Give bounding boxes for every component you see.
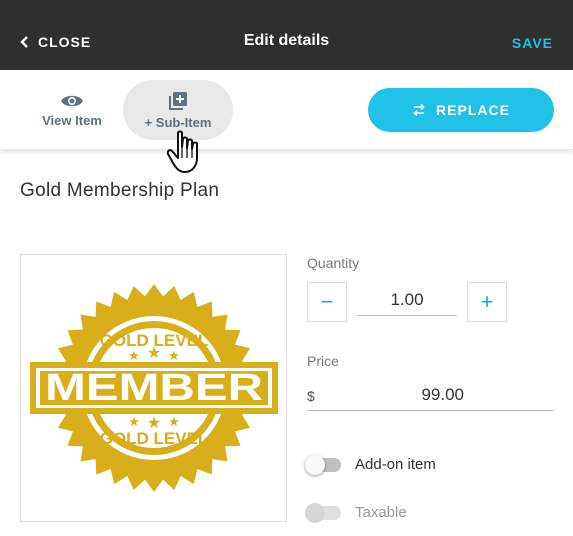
addon-item-label: Add-on item <box>355 456 436 473</box>
header-bar: CLOSE Edit details SAVE <box>0 0 573 70</box>
badge-stars-top: ★ ★ ★ <box>128 345 180 363</box>
item-image[interactable]: MEMBER GOLD LEVEL GOLD LEVEL ★ ★ ★ ★ ★ ★ <box>20 254 287 522</box>
replace-button[interactable]: REPLACE <box>368 88 554 132</box>
eye-icon <box>61 95 83 106</box>
currency-symbol: $ <box>307 388 315 404</box>
replace-label: REPLACE <box>436 102 510 118</box>
svg-text:★: ★ <box>128 348 140 363</box>
gold-member-badge: MEMBER GOLD LEVEL GOLD LEVEL ★ ★ ★ ★ ★ ★ <box>29 284 278 492</box>
addon-item-toggle[interactable] <box>305 454 341 475</box>
swap-icon <box>413 103 425 117</box>
page-title: Edit details <box>243 32 330 49</box>
quantity-label: Quantity <box>307 255 360 271</box>
item-title: Gold Membership Plan <box>20 180 220 201</box>
svg-text:★: ★ <box>146 415 160 432</box>
svg-text:★: ★ <box>168 348 180 363</box>
quantity-increment-button[interactable]: + <box>467 282 507 322</box>
add-sub-item-button[interactable]: + Sub-Item <box>123 80 233 140</box>
taxable-toggle-row[interactable]: Taxable <box>305 502 407 523</box>
price-label: Price <box>307 353 339 369</box>
svg-text:★: ★ <box>146 345 160 362</box>
toolbar: View Item + Sub-Item REPLACE <box>0 70 573 150</box>
toggle-knob <box>305 502 325 523</box>
price-input[interactable] <box>307 380 554 411</box>
quantity-input[interactable] <box>357 284 457 316</box>
svg-text:★: ★ <box>128 414 140 429</box>
quantity-decrement-button[interactable]: − <box>307 282 347 322</box>
taxable-label: Taxable <box>355 504 407 521</box>
sub-item-label: + Sub-Item <box>144 114 212 130</box>
toggle-knob <box>305 454 325 475</box>
view-item-label: View Item <box>42 112 102 128</box>
addon-item-toggle-row[interactable]: Add-on item <box>305 454 436 475</box>
svg-text:★: ★ <box>168 414 180 429</box>
save-button[interactable]: SAVE <box>512 35 553 51</box>
taxable-toggle[interactable] <box>305 502 341 523</box>
badge-main-text: MEMBER <box>45 367 263 409</box>
library-add-icon <box>169 91 187 110</box>
view-item-button[interactable]: View Item <box>30 80 114 140</box>
